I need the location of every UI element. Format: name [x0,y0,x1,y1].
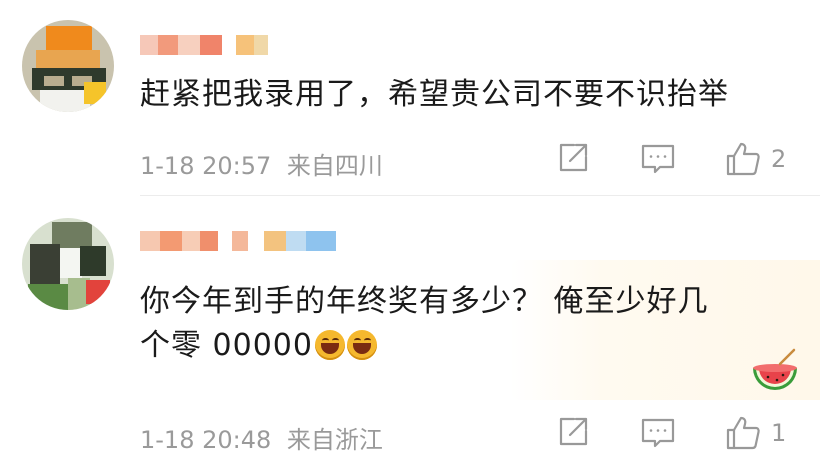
comment-text-line2-text: 个零 00000 [140,328,313,363]
username[interactable] [140,33,268,57]
share-icon [556,415,590,449]
comment-icon [640,141,676,177]
comment-meta: 1-18 20:57 来自四川 [140,146,383,181]
like-button[interactable]: 1 [725,415,786,451]
comment-text: 你今年到手的年终奖有多少？ 俺至少好几 个零 00000 [140,280,709,368]
comment-location: 来自四川 [286,152,383,180]
username[interactable] [140,229,336,253]
share-button[interactable] [556,141,590,175]
reply-button[interactable] [640,141,676,177]
comment-meta: 1-18 20:48 来自浙江 [140,420,383,455]
comment-time: 1-18 20:48 [140,426,272,454]
avatar[interactable] [22,218,114,310]
comment-text-line1: 你今年到手的年终奖有多少？ 俺至少好几 [140,284,709,319]
watermelon-sticker [750,346,800,396]
laughing-emoji-icon [314,330,345,360]
comment-item: 赶紧把我录用了，希望贵公司不要不识抬举 1-18 20:57 来自四川 2 [0,0,820,196]
comment-location: 来自浙江 [286,426,383,454]
like-count: 1 [771,419,787,447]
laughing-emoji-icon [346,330,377,360]
avatar[interactable] [22,20,114,112]
thumbs-up-icon [725,415,761,451]
comment-icon [640,415,676,451]
thumbs-up-icon [725,141,761,177]
like-button[interactable]: 2 [725,141,786,177]
comment-time: 1-18 20:57 [140,152,272,180]
comment-item: 你今年到手的年终奖有多少？ 俺至少好几 个零 00000 1-18 20:48 … [0,196,820,465]
share-icon [556,141,590,175]
share-button[interactable] [556,415,590,449]
reply-button[interactable] [640,415,676,451]
like-count: 2 [771,145,787,173]
comment-text-line2: 个零 00000 [140,324,709,368]
comment-text: 赶紧把我录用了，希望贵公司不要不识抬举 [140,77,729,112]
